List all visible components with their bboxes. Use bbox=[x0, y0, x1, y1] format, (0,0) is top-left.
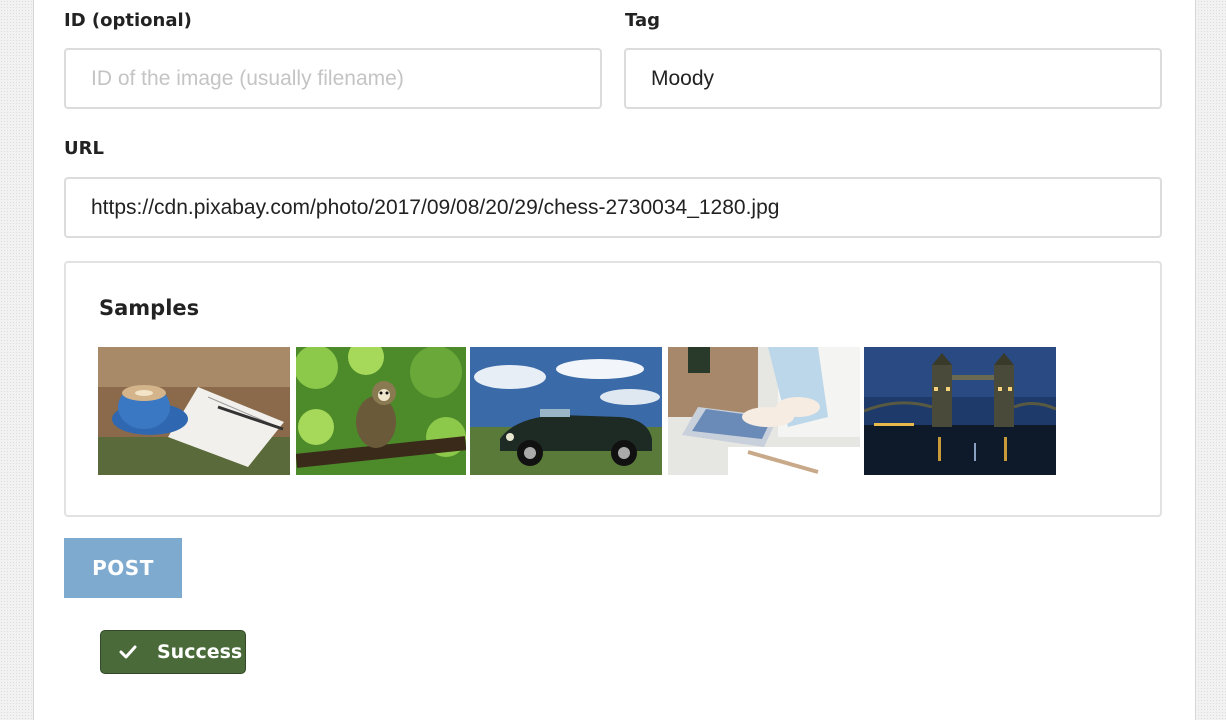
id-label: ID (optional) bbox=[64, 10, 192, 31]
sample-image-car[interactable] bbox=[470, 347, 662, 475]
tag-input[interactable] bbox=[624, 48, 1162, 109]
success-badge: Success bbox=[100, 630, 246, 674]
tag-label: Tag bbox=[625, 10, 660, 31]
sample-image-monkey[interactable] bbox=[296, 347, 466, 475]
sample-image-laptop[interactable] bbox=[668, 347, 860, 475]
sample-image-coffee[interactable] bbox=[98, 347, 290, 475]
id-input[interactable] bbox=[64, 48, 602, 109]
url-input[interactable] bbox=[64, 177, 1162, 238]
samples-panel: Samples bbox=[64, 261, 1162, 517]
post-button[interactable]: POST bbox=[64, 538, 182, 598]
url-label: URL bbox=[64, 138, 104, 159]
samples-title: Samples bbox=[99, 296, 200, 320]
checkmark-icon bbox=[119, 644, 137, 665]
success-text: Success bbox=[157, 641, 243, 663]
sample-image-bridge[interactable] bbox=[864, 347, 1056, 475]
